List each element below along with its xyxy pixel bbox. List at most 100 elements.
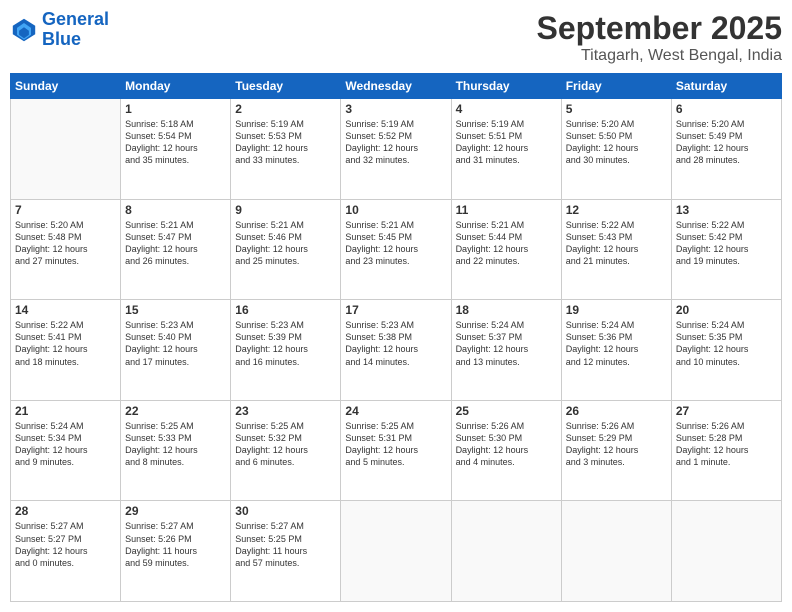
cell-info: Sunrise: 5:23 AM Sunset: 5:38 PM Dayligh… (345, 319, 446, 368)
calendar-cell (11, 99, 121, 200)
weekday-header: Wednesday (341, 74, 451, 99)
cell-info: Sunrise: 5:21 AM Sunset: 5:46 PM Dayligh… (235, 219, 336, 268)
cell-info: Sunrise: 5:22 AM Sunset: 5:43 PM Dayligh… (566, 219, 667, 268)
calendar-cell: 9 Sunrise: 5:21 AM Sunset: 5:46 PM Daylig… (231, 199, 341, 300)
day-number: 10 (345, 203, 446, 217)
calendar-cell: 4Sunrise: 5:19 AM Sunset: 5:51 PM Daylig… (451, 99, 561, 200)
calendar-cell: 23Sunrise: 5:25 AM Sunset: 5:32 PM Dayli… (231, 400, 341, 501)
calendar-week-row: 28 Sunrise: 5:27 AM Sunset: 5:27 PM Dayli… (11, 501, 782, 602)
calendar-cell: 20 Sunrise: 5:24 AM Sunset: 5:35 PM Dayli… (671, 300, 781, 401)
cell-info: Sunrise: 5:26 AM Sunset: 5:29 PM Dayligh… (566, 420, 667, 469)
cell-info: Sunrise: 5:19 AM Sunset: 5:52 PM Dayligh… (345, 118, 446, 167)
month-title: September 2025 (537, 10, 782, 47)
logo-line2: Blue (42, 29, 81, 49)
calendar-cell: 27 Sunrise: 5:26 AM Sunset: 5:28 PM Dayli… (671, 400, 781, 501)
calendar-week-row: 1 Sunrise: 5:18 AM Sunset: 5:54 PM Daylig… (11, 99, 782, 200)
cell-info: Sunrise: 5:24 AM Sunset: 5:37 PM Dayligh… (456, 319, 557, 368)
cell-info: Sunrise: 5:26 AM Sunset: 5:30 PM Dayligh… (456, 420, 557, 469)
day-number: 12 (566, 203, 667, 217)
calendar-cell: 19Sunrise: 5:24 AM Sunset: 5:36 PM Dayli… (561, 300, 671, 401)
calendar-cell (561, 501, 671, 602)
calendar-cell: 10 Sunrise: 5:21 AM Sunset: 5:45 PM Dayli… (341, 199, 451, 300)
calendar-cell: 22 Sunrise: 5:25 AM Sunset: 5:33 PM Dayli… (121, 400, 231, 501)
calendar-cell: 1 Sunrise: 5:18 AM Sunset: 5:54 PM Daylig… (121, 99, 231, 200)
cell-info: Sunrise: 5:23 AM Sunset: 5:39 PM Dayligh… (235, 319, 336, 368)
location: Titagarh, West Bengal, India (537, 47, 782, 65)
cell-info: Sunrise: 5:24 AM Sunset: 5:36 PM Dayligh… (566, 319, 667, 368)
calendar-cell (671, 501, 781, 602)
day-number: 8 (125, 203, 226, 217)
calendar-cell: 29 Sunrise: 5:27 AM Sunset: 5:26 PM Dayli… (121, 501, 231, 602)
day-number: 5 (566, 102, 667, 116)
calendar-cell: 11 Sunrise: 5:21 AM Sunset: 5:44 PM Dayli… (451, 199, 561, 300)
calendar-cell: 13Sunrise: 5:22 AM Sunset: 5:42 PM Dayli… (671, 199, 781, 300)
header: General Blue September 2025 Titagarh, We… (10, 10, 782, 65)
day-number: 3 (345, 102, 446, 116)
calendar-cell (451, 501, 561, 602)
day-number: 20 (676, 303, 777, 317)
cell-info: Sunrise: 5:20 AM Sunset: 5:49 PM Dayligh… (676, 118, 777, 167)
day-number: 18 (456, 303, 557, 317)
day-number: 23 (235, 404, 336, 418)
weekday-header: Tuesday (231, 74, 341, 99)
cell-info: Sunrise: 5:19 AM Sunset: 5:53 PM Dayligh… (235, 118, 336, 167)
logo: General Blue (10, 10, 109, 50)
calendar-cell: 28 Sunrise: 5:27 AM Sunset: 5:27 PM Dayli… (11, 501, 121, 602)
calendar-week-row: 14 Sunrise: 5:22 AM Sunset: 5:41 PM Dayli… (11, 300, 782, 401)
weekday-header: Friday (561, 74, 671, 99)
day-number: 2 (235, 102, 336, 116)
calendar-cell: 24 Sunrise: 5:25 AM Sunset: 5:31 PM Dayli… (341, 400, 451, 501)
calendar-cell: 18 Sunrise: 5:24 AM Sunset: 5:37 PM Dayli… (451, 300, 561, 401)
weekday-header: Thursday (451, 74, 561, 99)
logo-text: General Blue (42, 10, 109, 50)
day-number: 1 (125, 102, 226, 116)
calendar-cell: 26 Sunrise: 5:26 AM Sunset: 5:29 PM Dayli… (561, 400, 671, 501)
day-number: 30 (235, 504, 336, 518)
calendar-cell: 14 Sunrise: 5:22 AM Sunset: 5:41 PM Dayli… (11, 300, 121, 401)
weekday-header: Saturday (671, 74, 781, 99)
cell-info: Sunrise: 5:26 AM Sunset: 5:28 PM Dayligh… (676, 420, 777, 469)
cell-info: Sunrise: 5:19 AM Sunset: 5:51 PM Dayligh… (456, 118, 557, 167)
cell-info: Sunrise: 5:18 AM Sunset: 5:54 PM Dayligh… (125, 118, 226, 167)
calendar-cell: 17 Sunrise: 5:23 AM Sunset: 5:38 PM Dayli… (341, 300, 451, 401)
calendar-cell: 2 Sunrise: 5:19 AM Sunset: 5:53 PM Daylig… (231, 99, 341, 200)
cell-info: Sunrise: 5:20 AM Sunset: 5:48 PM Dayligh… (15, 219, 116, 268)
cell-info: Sunrise: 5:22 AM Sunset: 5:41 PM Dayligh… (15, 319, 116, 368)
day-number: 16 (235, 303, 336, 317)
day-number: 28 (15, 504, 116, 518)
calendar-cell: 6 Sunrise: 5:20 AM Sunset: 5:49 PM Daylig… (671, 99, 781, 200)
calendar-table: SundayMondayTuesdayWednesdayThursdayFrid… (10, 73, 782, 602)
calendar-body: 1 Sunrise: 5:18 AM Sunset: 5:54 PM Daylig… (11, 99, 782, 602)
calendar-week-row: 7Sunrise: 5:20 AM Sunset: 5:48 PM Daylig… (11, 199, 782, 300)
cell-info: Sunrise: 5:25 AM Sunset: 5:31 PM Dayligh… (345, 420, 446, 469)
day-number: 25 (456, 404, 557, 418)
calendar-week-row: 21Sunrise: 5:24 AM Sunset: 5:34 PM Dayli… (11, 400, 782, 501)
day-number: 27 (676, 404, 777, 418)
calendar-cell: 15Sunrise: 5:23 AM Sunset: 5:40 PM Dayli… (121, 300, 231, 401)
calendar-cell: 21Sunrise: 5:24 AM Sunset: 5:34 PM Dayli… (11, 400, 121, 501)
calendar-cell: 16 Sunrise: 5:23 AM Sunset: 5:39 PM Dayli… (231, 300, 341, 401)
cell-info: Sunrise: 5:27 AM Sunset: 5:27 PM Dayligh… (15, 520, 116, 569)
cell-info: Sunrise: 5:27 AM Sunset: 5:26 PM Dayligh… (125, 520, 226, 569)
cell-info: Sunrise: 5:25 AM Sunset: 5:33 PM Dayligh… (125, 420, 226, 469)
cell-info: Sunrise: 5:24 AM Sunset: 5:35 PM Dayligh… (676, 319, 777, 368)
day-number: 14 (15, 303, 116, 317)
weekday-header: Monday (121, 74, 231, 99)
calendar-cell: 12 Sunrise: 5:22 AM Sunset: 5:43 PM Dayli… (561, 199, 671, 300)
day-number: 22 (125, 404, 226, 418)
cell-info: Sunrise: 5:20 AM Sunset: 5:50 PM Dayligh… (566, 118, 667, 167)
day-number: 11 (456, 203, 557, 217)
calendar-header-row: SundayMondayTuesdayWednesdayThursdayFrid… (11, 74, 782, 99)
cell-info: Sunrise: 5:21 AM Sunset: 5:45 PM Dayligh… (345, 219, 446, 268)
cell-info: Sunrise: 5:24 AM Sunset: 5:34 PM Dayligh… (15, 420, 116, 469)
day-number: 9 (235, 203, 336, 217)
cell-info: Sunrise: 5:22 AM Sunset: 5:42 PM Dayligh… (676, 219, 777, 268)
day-number: 26 (566, 404, 667, 418)
day-number: 17 (345, 303, 446, 317)
calendar-cell: 5 Sunrise: 5:20 AM Sunset: 5:50 PM Daylig… (561, 99, 671, 200)
day-number: 29 (125, 504, 226, 518)
day-number: 24 (345, 404, 446, 418)
cell-info: Sunrise: 5:27 AM Sunset: 5:25 PM Dayligh… (235, 520, 336, 569)
cell-info: Sunrise: 5:21 AM Sunset: 5:44 PM Dayligh… (456, 219, 557, 268)
day-number: 6 (676, 102, 777, 116)
